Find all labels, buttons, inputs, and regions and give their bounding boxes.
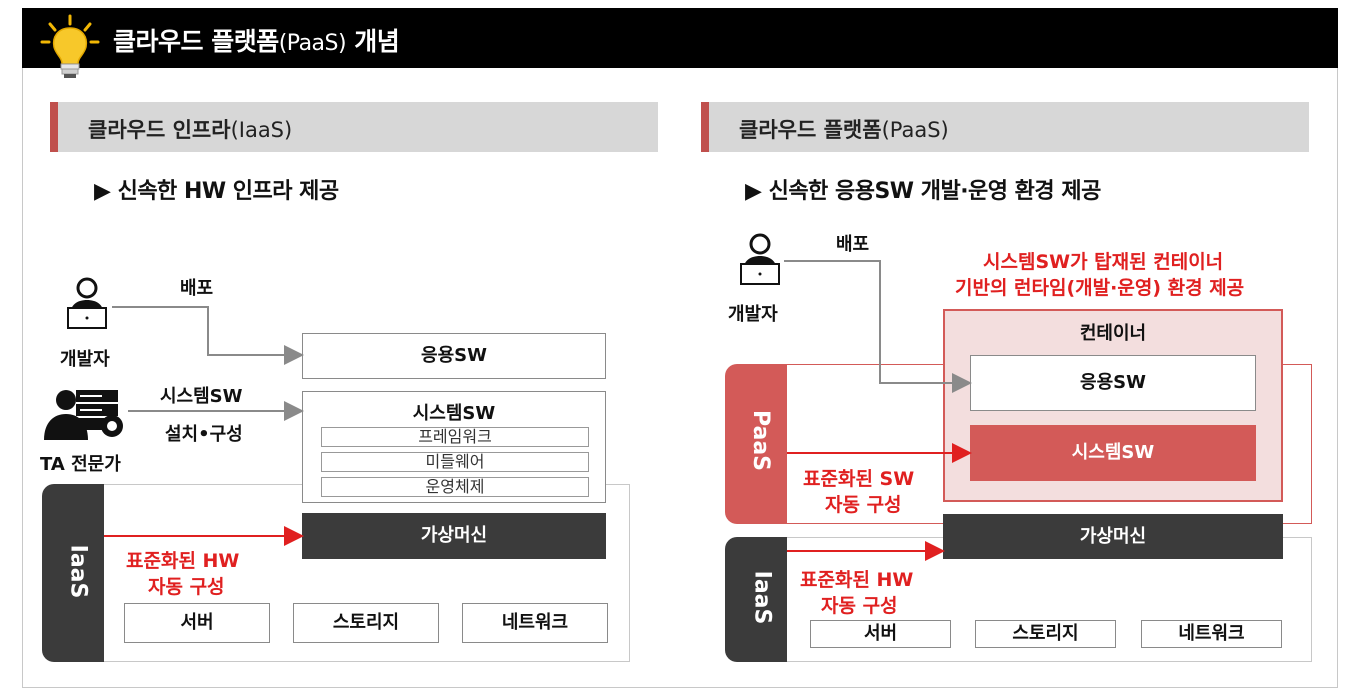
deploy-arrow	[112, 306, 304, 365]
deploy-arrow	[784, 260, 972, 393]
connector-lines	[104, 260, 972, 561]
